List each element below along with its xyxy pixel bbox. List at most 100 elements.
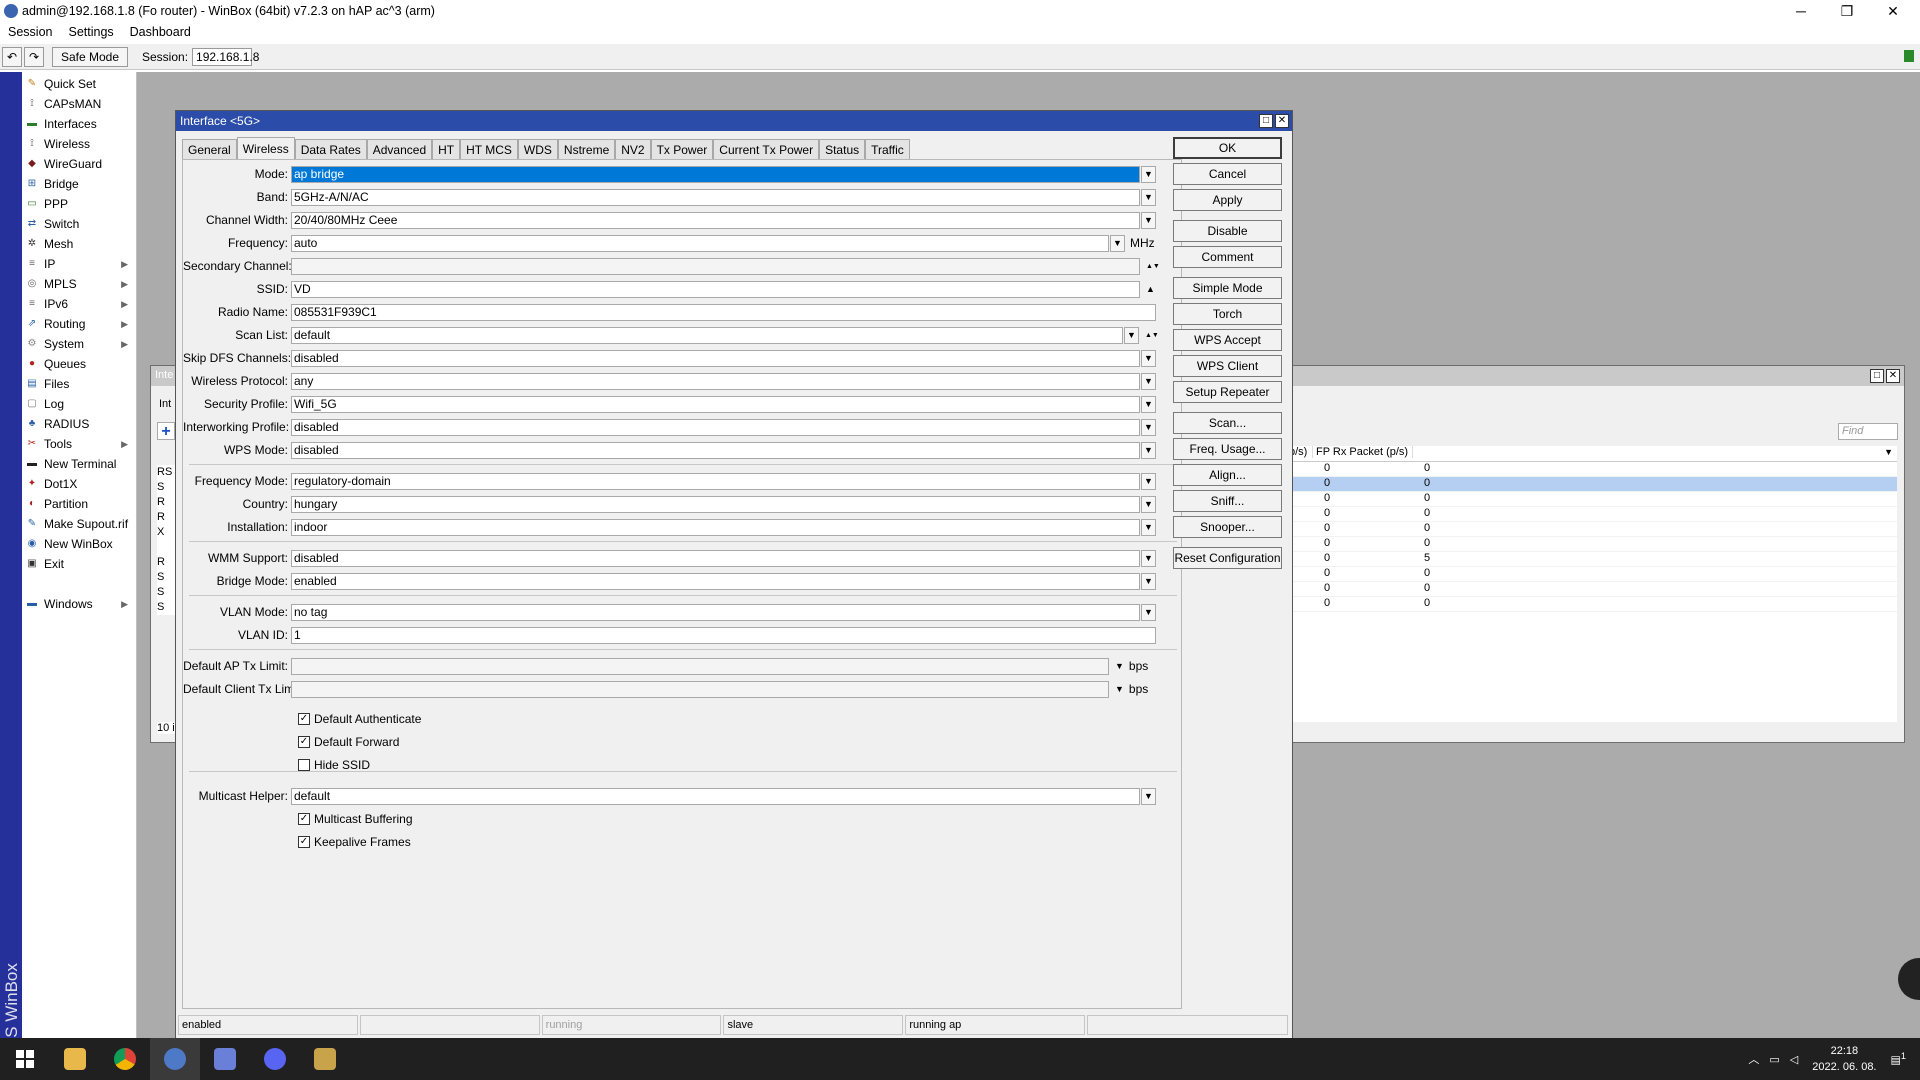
- sidebar-item-mpls[interactable]: ◎ MPLS ▶: [22, 274, 136, 294]
- sidebar-item-ppp[interactable]: ▭ PPP: [22, 194, 136, 214]
- minimize-button[interactable]: ─: [1778, 0, 1824, 22]
- close-window-button[interactable]: ✕: [1870, 0, 1916, 22]
- taskbar-app[interactable]: [200, 1038, 250, 1080]
- undo-button[interactable]: ↶: [2, 46, 22, 67]
- table-row[interactable]: 00: [1287, 597, 1897, 612]
- column-header[interactable]: FP Rx Packet (p/s): [1313, 446, 1413, 458]
- add-icon[interactable]: +: [157, 422, 175, 440]
- default-authenticate-check-icon[interactable]: ✓: [298, 713, 310, 725]
- wmm-support-dropdown-icon[interactable]: ▼: [1141, 549, 1156, 567]
- sidebar-item-make-supout-rif[interactable]: ✎ Make Supout.rif: [22, 514, 136, 534]
- secondary-channel-field[interactable]: [291, 257, 1140, 275]
- sidebar-item-switch[interactable]: ⇄ Switch: [22, 214, 136, 234]
- interworking-profile-dropdown-icon[interactable]: ▼: [1141, 418, 1156, 436]
- vlan-mode-dropdown-icon[interactable]: ▼: [1141, 603, 1156, 621]
- multicast-buffering-checkbox[interactable]: ✓ Multicast Buffering: [298, 810, 413, 828]
- close-icon[interactable]: ✕: [1275, 114, 1289, 128]
- table-row[interactable]: 00: [1287, 507, 1897, 522]
- ssid-field[interactable]: VD: [291, 280, 1140, 298]
- taskbar-winbox[interactable]: [150, 1038, 200, 1080]
- wireless-protocol-field[interactable]: any: [291, 372, 1140, 390]
- band-dropdown-icon[interactable]: ▼: [1141, 188, 1156, 206]
- restore-button[interactable]: ❐: [1824, 0, 1870, 22]
- tab-advanced[interactable]: Advanced: [366, 139, 433, 159]
- sidebar-item-ipv6[interactable]: ≡ IPv6 ▶: [22, 294, 136, 314]
- sidebar-item-bridge[interactable]: ⊞ Bridge: [22, 174, 136, 194]
- installation-field[interactable]: indoor: [291, 518, 1140, 536]
- ap-tx-limit-dropdown-icon[interactable]: ▼: [1115, 661, 1124, 671]
- tab-status[interactable]: Status: [819, 139, 866, 159]
- tab-tx-power[interactable]: Tx Power: [650, 139, 714, 159]
- multicast-helper-field[interactable]: default: [291, 787, 1140, 805]
- sidebar-item-new-winbox[interactable]: ◉ New WinBox: [22, 534, 136, 554]
- close-icon[interactable]: ✕: [1886, 369, 1900, 383]
- table-row[interactable]: 00: [1287, 522, 1897, 537]
- tab-ht-mcs[interactable]: HT MCS: [460, 139, 518, 159]
- wps-accept-button[interactable]: WPS Accept: [1173, 329, 1282, 351]
- freq-usage-button[interactable]: Freq. Usage...: [1173, 438, 1282, 460]
- channel-width-field[interactable]: 20/40/80MHz Ceee: [291, 211, 1140, 229]
- sidebar-item-exit[interactable]: ▣ Exit: [22, 554, 136, 574]
- sidebar-item-queues[interactable]: ● Queues: [22, 354, 136, 374]
- country-field[interactable]: hungary: [291, 495, 1140, 513]
- comment-button[interactable]: Comment: [1173, 246, 1282, 268]
- network-icon[interactable]: ▭: [1769, 1053, 1779, 1066]
- bridge-mode-dropdown-icon[interactable]: ▼: [1141, 572, 1156, 590]
- sidebar-item-interfaces[interactable]: ▬ Interfaces: [22, 114, 136, 134]
- channel-width-dropdown-icon[interactable]: ▼: [1141, 211, 1156, 229]
- band-field[interactable]: 5GHz-A/N/AC: [291, 188, 1140, 206]
- sidebar-item-log[interactable]: ▢ Log: [22, 394, 136, 414]
- taskbar-chrome[interactable]: [100, 1038, 150, 1080]
- menu-dashboard[interactable]: Dashboard: [122, 25, 199, 39]
- tab-data-rates[interactable]: Data Rates: [294, 139, 367, 159]
- menu-settings[interactable]: Settings: [60, 25, 121, 39]
- sidebar-item-system[interactable]: ⚙ System ▶: [22, 334, 136, 354]
- scan-list-updown-icon[interactable]: ▲▼: [1145, 332, 1159, 339]
- client-tx-limit-field[interactable]: [291, 680, 1109, 698]
- wps-client-button[interactable]: WPS Client: [1173, 355, 1282, 377]
- sniff-button[interactable]: Sniff...: [1173, 490, 1282, 512]
- torch-button[interactable]: Torch: [1173, 303, 1282, 325]
- maximize-icon[interactable]: □: [1259, 114, 1273, 128]
- sidebar-item-quick-set[interactable]: ✎ Quick Set: [22, 74, 136, 94]
- tab-wireless[interactable]: Wireless: [236, 137, 295, 159]
- sidebar-item-wireless[interactable]: ⟟ Wireless: [22, 134, 136, 154]
- menu-session[interactable]: Session: [0, 25, 60, 39]
- scan-list-field[interactable]: default: [291, 326, 1123, 344]
- radio-name-field[interactable]: 085531F939C1: [291, 303, 1156, 321]
- tray-chevron-icon[interactable]: ︿: [1748, 1051, 1759, 1067]
- table-row[interactable]: 00: [1287, 582, 1897, 597]
- country-dropdown-icon[interactable]: ▼: [1141, 495, 1156, 513]
- sidebar-item-files[interactable]: ▤ Files: [22, 374, 136, 394]
- find-input[interactable]: Find: [1838, 423, 1898, 440]
- scan-button[interactable]: Scan...: [1173, 412, 1282, 434]
- default-forward-checkbox[interactable]: ✓ Default Forward: [298, 733, 399, 751]
- multicast-helper-dropdown-icon[interactable]: ▼: [1141, 787, 1156, 805]
- vlan-mode-field[interactable]: no tag: [291, 603, 1140, 621]
- ok-button[interactable]: OK: [1173, 137, 1282, 159]
- tab-nstreme[interactable]: Nstreme: [557, 139, 616, 159]
- mode-dropdown-icon[interactable]: ▼: [1141, 165, 1156, 183]
- start-button[interactable]: [0, 1038, 50, 1080]
- frequency-mode-field[interactable]: regulatory-domain: [291, 472, 1140, 490]
- client-tx-limit-dropdown-icon[interactable]: ▼: [1115, 684, 1124, 694]
- installation-dropdown-icon[interactable]: ▼: [1141, 518, 1156, 536]
- clock[interactable]: 22:18 2022. 06. 08.: [1812, 1043, 1876, 1075]
- volume-icon[interactable]: ◁: [1790, 1053, 1798, 1066]
- keepalive-frames-check-icon[interactable]: ✓: [298, 836, 310, 848]
- taskbar-file-explorer[interactable]: [50, 1038, 100, 1080]
- maximize-icon[interactable]: □: [1870, 369, 1884, 383]
- hide-ssid-checkbox[interactable]: Hide SSID: [298, 756, 370, 774]
- sidebar-item-tools[interactable]: ✂ Tools ▶: [22, 434, 136, 454]
- taskbar-discord[interactable]: [250, 1038, 300, 1080]
- tab-traffic[interactable]: Traffic: [865, 139, 910, 159]
- sidebar-item-ip[interactable]: ≡ IP ▶: [22, 254, 136, 274]
- taskbar-game[interactable]: [300, 1038, 350, 1080]
- mode-field[interactable]: ap bridge: [291, 165, 1140, 183]
- align-button[interactable]: Align...: [1173, 464, 1282, 486]
- ap-tx-limit-field[interactable]: [291, 657, 1109, 675]
- sidebar-item-partition[interactable]: ◐ Partition: [22, 494, 136, 514]
- sidebar-item-dot1x[interactable]: ✦ Dot1X: [22, 474, 136, 494]
- tab-wds[interactable]: WDS: [517, 139, 558, 159]
- multicast-buffering-check-icon[interactable]: ✓: [298, 813, 310, 825]
